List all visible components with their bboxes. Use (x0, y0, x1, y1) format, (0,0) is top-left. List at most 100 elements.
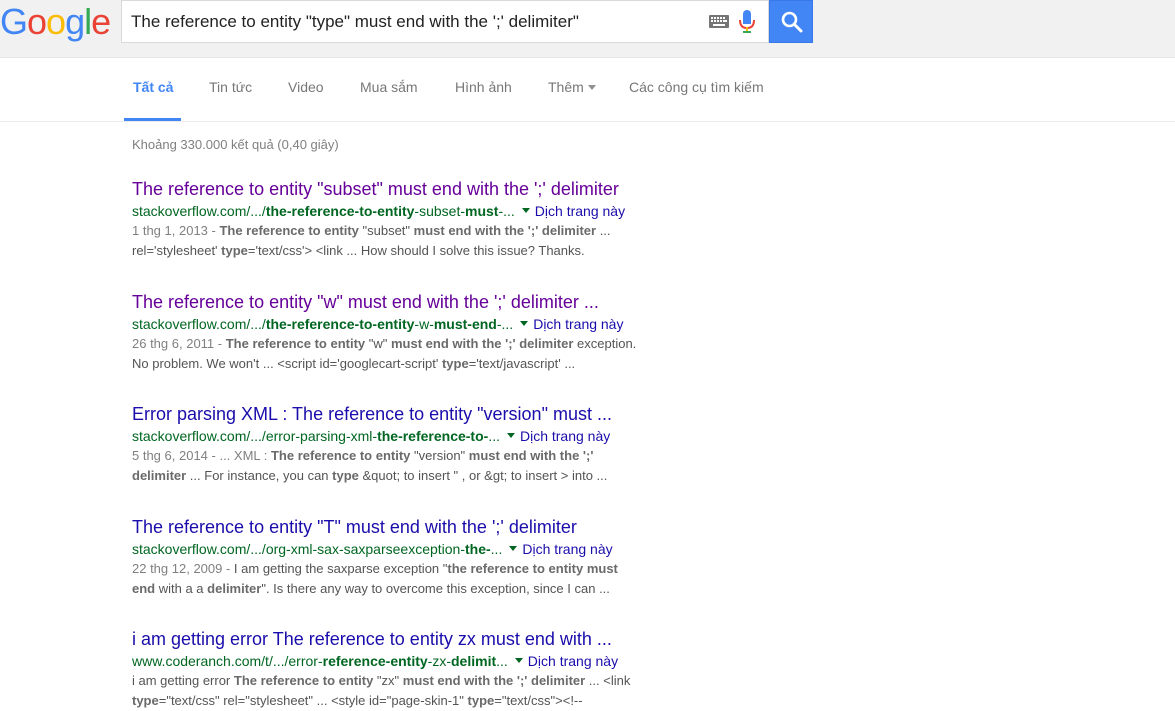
logo-letter: o (46, 1, 66, 42)
snippet-part: The reference to entity (233, 673, 374, 688)
url-part: stackoverflow.com/.../error-parsing-xml- (132, 428, 378, 444)
url-part: the-reference-to- (377, 428, 489, 444)
result-url[interactable]: stackoverflow.com/.../error-parsing-xml-… (132, 428, 500, 444)
result-date: 5 thg 6, 2014 - ... XML : (132, 448, 271, 463)
translate-link[interactable]: Dịch trang này (522, 541, 612, 557)
search-input[interactable] (131, 9, 701, 35)
search-result: The reference to entity "subset" must en… (132, 178, 732, 261)
translate-link[interactable]: Dịch trang này (535, 203, 625, 219)
result-snippet: i am getting error The reference to enti… (132, 671, 732, 711)
result-date: 1 thg 1, 2013 - (132, 223, 220, 238)
snippet-part: ... For instance, you can (186, 468, 333, 483)
snippet-part: i am getting error (132, 673, 234, 688)
url-part: stackoverflow.com/.../ (132, 316, 266, 332)
snippet-part: type (221, 243, 248, 258)
url-dropdown-icon[interactable] (514, 657, 523, 663)
result-title-link[interactable]: The reference to entity "w" must end wit… (132, 291, 732, 313)
snippet-part: type (467, 693, 495, 708)
result-date: 26 thg 6, 2011 - (132, 336, 226, 351)
url-part: -w- (414, 316, 434, 332)
url-part: delimit (451, 653, 497, 669)
logo-letter: e (91, 1, 111, 42)
search-tabs: Tất cả Tin tức Video Mua sắm Hình ảnh Th… (0, 58, 1175, 122)
snippet-part: ... (596, 223, 611, 238)
result-url-line: www.coderanch.com/t/.../error-reference-… (132, 651, 732, 671)
tab-all[interactable]: Tất cả (133, 79, 173, 95)
tab-search-tools[interactable]: Các công cụ tìm kiếm (629, 79, 764, 95)
result-url[interactable]: www.coderanch.com/t/.../error-reference-… (132, 653, 508, 669)
url-part: ... (488, 428, 500, 444)
result-title-link[interactable]: Error parsing XML : The reference to ent… (132, 403, 732, 425)
url-part: www.coderanch.com/t/.../error- (132, 653, 323, 669)
result-url[interactable]: stackoverflow.com/.../org-xml-sax-saxpar… (132, 541, 502, 557)
url-part: -zx- (427, 653, 451, 669)
snippet-part: The reference to entity (270, 448, 411, 463)
microphone-icon[interactable] (739, 10, 755, 34)
url-part: ... (496, 653, 508, 669)
snippet-part: type (132, 693, 159, 708)
snippet-part: ='text/css'> <link ... How should I solv… (247, 243, 585, 258)
url-dropdown-icon[interactable] (509, 545, 518, 551)
result-url[interactable]: stackoverflow.com/.../the-reference-to-e… (132, 203, 515, 219)
url-dropdown-icon[interactable] (506, 432, 515, 438)
url-part: must-end (433, 316, 497, 332)
result-url[interactable]: stackoverflow.com/.../the-reference-to-e… (132, 316, 513, 332)
top-bar: Google (0, 0, 1175, 58)
result-url-line: stackoverflow.com/.../org-xml-sax-saxpar… (132, 539, 732, 559)
snippet-part: "subset" (358, 223, 414, 238)
tab-more[interactable]: Thêm (548, 79, 596, 95)
tab-more-label: Thêm (548, 79, 584, 95)
result-snippet: 5 thg 6, 2014 - ... XML : The reference … (132, 446, 732, 486)
url-part: the-reference-to-entity (265, 316, 415, 332)
chevron-down-icon (587, 84, 596, 90)
translate-link[interactable]: Dịch trang này (528, 653, 618, 669)
snippet-part: the reference to entity must (447, 561, 618, 576)
result-stats: Khoảng 330.000 kết quả (0,40 giây) (132, 137, 339, 152)
keyboard-icon[interactable] (709, 15, 729, 28)
url-part: the-reference-to-entity (265, 203, 415, 219)
snippet-part: delimiter (132, 468, 187, 483)
result-url-line: stackoverflow.com/.../error-parsing-xml-… (132, 426, 732, 446)
result-snippet: 26 thg 6, 2011 - The reference to entity… (132, 334, 732, 374)
snippet-part: type (332, 468, 359, 483)
url-part: -... (498, 203, 515, 219)
url-part: stackoverflow.com/.../ (132, 203, 266, 219)
url-part: -subset- (414, 203, 465, 219)
logo-letter: G (0, 1, 28, 42)
url-dropdown-icon[interactable] (521, 207, 530, 213)
snippet-part: must end with the ';' (468, 448, 594, 463)
snippet-part: exception. (573, 336, 637, 351)
url-dropdown-icon[interactable] (520, 320, 529, 326)
google-logo[interactable]: Google (0, 1, 111, 42)
translate-link[interactable]: Dịch trang này (520, 428, 610, 444)
snippet-part: "w" (365, 336, 391, 351)
result-title-link[interactable]: The reference to entity "subset" must en… (132, 178, 732, 200)
result-title-link[interactable]: The reference to entity "T" must end wit… (132, 516, 732, 538)
result-title-link[interactable]: i am getting error The reference to enti… (132, 628, 732, 650)
search-result: The reference to entity "w" must end wit… (132, 291, 732, 374)
translate-link[interactable]: Dịch trang này (533, 316, 623, 332)
result-snippet: 1 thg 1, 2013 - The reference to entity … (132, 221, 732, 261)
search-box[interactable] (121, 0, 769, 43)
snippet-part: "zx" (373, 673, 403, 688)
result-snippet: 22 thg 12, 2009 - I am getting the saxpa… (132, 559, 732, 599)
snippet-part: must end with the ';' delimiter (391, 336, 574, 351)
tab-video[interactable]: Video (288, 79, 324, 95)
snippet-part: ... <link (585, 673, 631, 688)
snippet-part: rel='stylesheet' (132, 243, 222, 258)
tab-images[interactable]: Hình ảnh (455, 79, 512, 95)
tab-news[interactable]: Tin tức (209, 79, 252, 95)
search-icon (781, 11, 803, 33)
search-button[interactable] (769, 0, 813, 43)
url-part: -... (496, 316, 514, 332)
snippet-part: type (441, 356, 469, 371)
tab-shopping[interactable]: Mua sắm (360, 79, 418, 95)
snippet-part: "version" (410, 448, 469, 463)
snippet-part: The reference to entity (219, 223, 359, 238)
snippet-part: ="text/css"><!-- (494, 693, 583, 708)
url-part: stackoverflow.com/.../org-xml-sax-saxpar… (132, 541, 465, 557)
url-part: reference-entity (322, 653, 428, 669)
snippet-part: delimiter (207, 581, 262, 596)
result-url-line: stackoverflow.com/.../the-reference-to-e… (132, 314, 732, 334)
snippet-part: ="text/css" rel="stylesheet" ... <style … (158, 693, 468, 708)
